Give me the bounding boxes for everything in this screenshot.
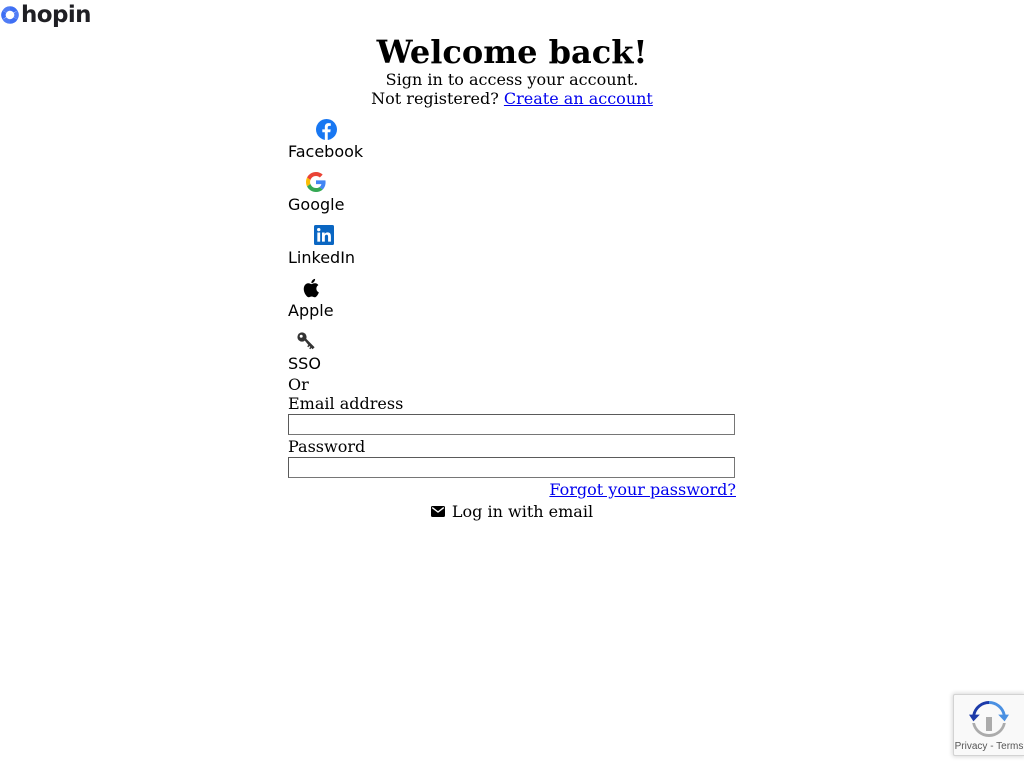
recaptcha-privacy-link[interactable]: Privacy (955, 741, 988, 752)
page-title: Welcome back! (376, 33, 648, 71)
login-page: hopin Welcome back! Sign in to access yo… (0, 0, 1024, 768)
recaptcha-icon (969, 701, 1009, 737)
key-icon (297, 332, 315, 350)
create-account-link[interactable]: Create an account (504, 89, 653, 108)
hopin-logo-icon (1, 6, 19, 24)
apple-login-button[interactable]: Apple (288, 275, 736, 328)
email-login-label: Log in with email (451, 501, 594, 521)
sso-label: SSO (288, 354, 321, 373)
forgot-password-row: Forgot your password? (288, 480, 736, 501)
forgot-password-link[interactable]: Forgot your password? (549, 480, 736, 499)
email-field[interactable] (288, 414, 735, 435)
apple-icon (303, 278, 319, 298)
sso-login-button[interactable]: SSO (288, 328, 736, 381)
password-label: Password (288, 437, 366, 456)
facebook-label: Facebook (288, 142, 364, 161)
hopin-logo-text: hopin (21, 2, 92, 28)
linkedin-login-button[interactable]: LinkedIn (288, 222, 736, 275)
apple-label: Apple (288, 301, 334, 320)
email-label: Email address (288, 394, 404, 413)
password-field[interactable] (288, 457, 735, 478)
envelope-icon (430, 505, 445, 517)
register-prompt-row: Not registered? Create an account (0, 89, 1024, 108)
recaptcha-links: Privacy - Terms (954, 741, 1024, 753)
google-label: Google (288, 195, 345, 214)
recaptcha-badge[interactable]: Privacy - Terms (953, 694, 1024, 756)
email-login-button[interactable]: Log in with email (288, 501, 736, 521)
google-login-button[interactable]: Google (288, 169, 736, 222)
recaptcha-separator: - (987, 741, 997, 752)
recaptcha-terms-link[interactable]: Terms (996, 741, 1023, 752)
facebook-icon (316, 118, 337, 140)
login-column: Facebook Google LinkedIn Apple SSO Or Em… (288, 116, 736, 521)
register-prompt: Not registered? (371, 89, 499, 108)
facebook-login-button[interactable]: Facebook (288, 116, 736, 169)
google-icon (306, 172, 326, 192)
hopin-logo[interactable]: hopin (0, 1, 92, 29)
page-subtitle: Sign in to access your account. (385, 70, 639, 89)
linkedin-icon (314, 225, 334, 245)
linkedin-label: LinkedIn (288, 248, 356, 267)
